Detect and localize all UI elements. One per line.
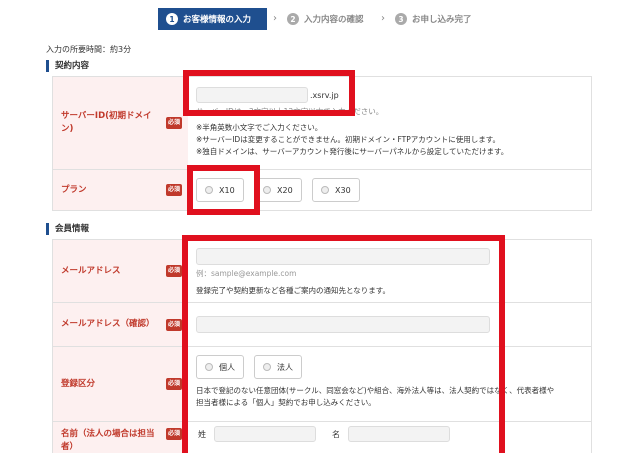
step-label: お客様情報の入力 xyxy=(183,15,252,25)
radio-icon xyxy=(263,363,271,371)
email-row: メールアドレス 必須 例：sample@example.com 登録完了や契約更… xyxy=(53,240,591,303)
required-badge: 必須 xyxy=(165,184,182,196)
chevron-right-icon: › xyxy=(273,13,277,24)
member-table: メールアドレス 必須 例：sample@example.com 登録完了や契約更… xyxy=(52,239,592,453)
server-id-note-3: ※独自ドメインは、サーバーアカウント発行後にサーバーパネルから設定していただけま… xyxy=(196,147,509,156)
step-number: 3 xyxy=(395,13,407,25)
first-name-input[interactable] xyxy=(348,426,450,442)
radio-icon xyxy=(205,186,213,194)
registration-type-cell: 個人 法人 日本で登記のない任意団体(サークル、同窓会など)や組合、海外法人等は… xyxy=(188,347,591,421)
plan-row: プラン 必須 X10 X20 X30 xyxy=(53,170,591,210)
server-id-label: サーバーID(初期ドメイン) 必須 xyxy=(53,77,188,169)
server-id-field-cell: .xsrv.jp サーバーIDは、3文字以上12文字以内で入力ください。 ※半角… xyxy=(188,77,591,169)
step-number: 2 xyxy=(287,13,299,25)
registration-type-note: 日本で登記のない任意団体(サークル、同窓会など)や組合、海外法人等は、法人契約で… xyxy=(196,386,555,407)
domain-suffix: .xsrv.jp xyxy=(310,90,339,100)
radio-icon xyxy=(321,186,329,194)
required-badge: 必須 xyxy=(165,428,182,440)
radio-icon xyxy=(263,186,271,194)
section-title-contract: 契約内容 xyxy=(46,60,89,72)
registration-type-row: 登録区分 必須 個人 法人 日本で登記のない任意団体(サークル、同窓会など)や組… xyxy=(53,347,591,422)
email-placeholder-hint: 例：sample@example.com xyxy=(196,269,297,278)
type-corporate-radio[interactable]: 法人 xyxy=(254,355,302,379)
step-number: 1 xyxy=(166,13,178,25)
last-name-label: 姓 xyxy=(198,429,206,439)
plan-options: X10 X20 X30 xyxy=(188,170,591,210)
plan-x20-radio[interactable]: X20 xyxy=(254,178,302,202)
required-badge: 必須 xyxy=(165,318,182,331)
radio-icon xyxy=(205,363,213,371)
server-id-note-2: ※サーバーIDは変更することができません。初期ドメイン・FTPアカウントに使用し… xyxy=(196,135,501,144)
email-note: 登録完了や契約更新など各種ご案内の通知先となります。 xyxy=(196,286,391,295)
contract-table: サーバーID(初期ドメイン) 必須 .xsrv.jp サーバーIDは、3文字以上… xyxy=(52,76,592,211)
first-name-label: 名 xyxy=(332,429,340,439)
chevron-right-icon: › xyxy=(381,13,385,24)
plan-label: プラン 必須 xyxy=(53,170,188,210)
email-confirm-label: メールアドレス（確認） 必須 xyxy=(53,303,188,346)
progress-steps: 1 お客様情報の入力 › 2 入力内容の確認 › 3 お申し込み完了 xyxy=(0,8,640,30)
server-id-input[interactable] xyxy=(196,87,308,103)
server-id-row: サーバーID(初期ドメイン) 必須 .xsrv.jp サーバーIDは、3文字以上… xyxy=(53,77,591,170)
step-label: お申し込み完了 xyxy=(412,15,472,25)
plan-x10-radio[interactable]: X10 xyxy=(196,178,244,202)
step-2: 2 入力内容の確認 xyxy=(287,8,364,30)
email-confirm-cell xyxy=(188,303,591,346)
section-title-member: 会員情報 xyxy=(46,223,89,235)
step-3: 3 お申し込み完了 xyxy=(395,8,472,30)
last-name-input[interactable] xyxy=(214,426,316,442)
plan-x30-radio[interactable]: X30 xyxy=(312,178,360,202)
server-id-hint: サーバーIDは、3文字以上12文字以内で入力ください。 xyxy=(196,107,384,116)
required-badge: 必須 xyxy=(165,117,182,129)
name-label: 名前（法人の場合は担当者） 必須 xyxy=(53,422,188,453)
name-cell: 姓 名 xyxy=(188,422,591,453)
type-individual-radio[interactable]: 個人 xyxy=(196,355,244,379)
duration-text: 入力の所要時間：約3分 xyxy=(46,45,132,54)
step-1-active: 1 お客様情報の入力 xyxy=(158,8,267,30)
step-label: 入力内容の確認 xyxy=(304,15,364,25)
required-badge: 必須 xyxy=(165,378,182,390)
required-badge: 必須 xyxy=(165,265,182,277)
server-id-note-1: ※半角英数小文字でご入力ください。 xyxy=(196,123,323,132)
email-confirm-row: メールアドレス（確認） 必須 xyxy=(53,303,591,347)
email-field-cell: 例：sample@example.com 登録完了や契約更新など各種ご案内の通知… xyxy=(188,240,591,302)
name-row: 名前（法人の場合は担当者） 必須 姓 名 xyxy=(53,422,591,453)
email-input[interactable] xyxy=(196,248,490,265)
registration-type-label: 登録区分 必須 xyxy=(53,347,188,421)
email-label: メールアドレス 必須 xyxy=(53,240,188,302)
email-confirm-input[interactable] xyxy=(196,316,490,333)
